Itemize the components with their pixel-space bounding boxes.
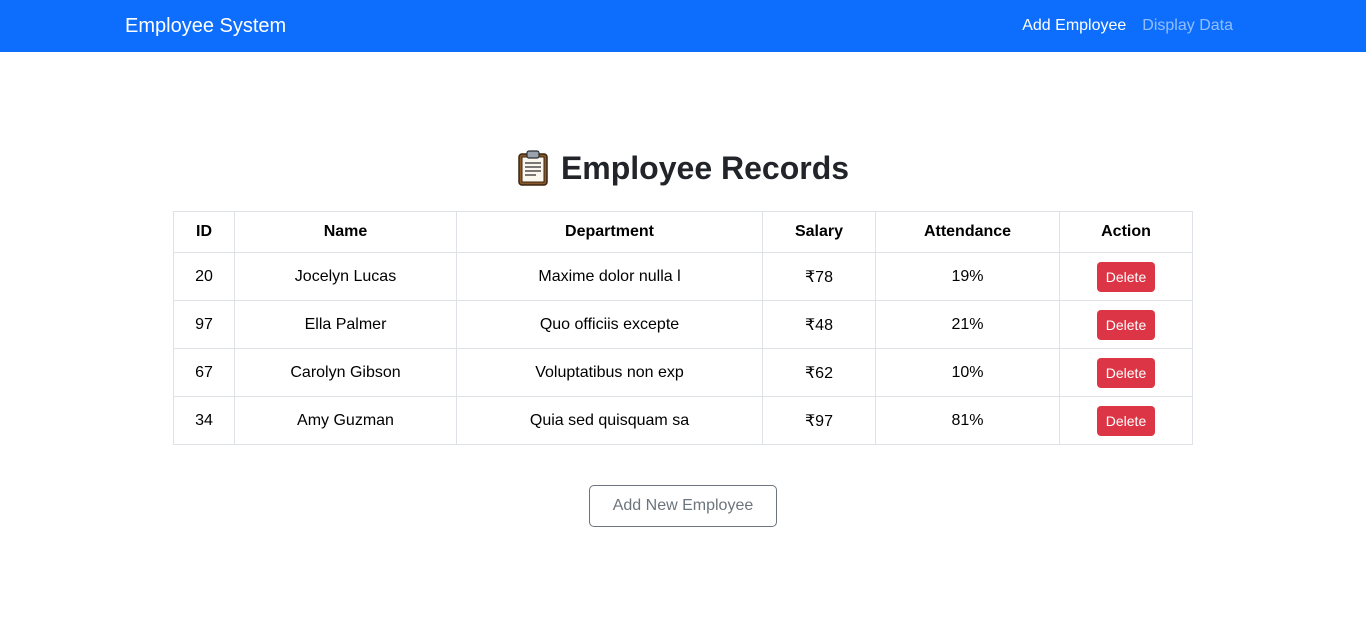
delete-button[interactable]: Delete [1096, 261, 1156, 292]
brand-link[interactable]: Employee System [125, 13, 286, 39]
cell-name: Amy Guzman [234, 396, 457, 445]
cell-action: Delete [1059, 300, 1193, 349]
page-title: Employee Records [560, 150, 850, 186]
nav-display-data[interactable]: Display Data [1142, 15, 1233, 37]
cell-salary: ₹48 [762, 300, 876, 349]
cell-name: Carolyn Gibson [234, 348, 457, 397]
records-table: ID Name Department Salary Attendance Act… [173, 211, 1193, 445]
table-row: 20 Jocelyn Lucas Maxime dolor nulla l ₹7… [173, 252, 1193, 301]
cell-department: Quo officiis excepte [456, 300, 763, 349]
cell-attendance: 10% [875, 348, 1060, 397]
header-action: Action [1059, 211, 1193, 253]
cell-name: Jocelyn Lucas [234, 252, 457, 301]
cell-action: Delete [1059, 252, 1193, 301]
header-name: Name [234, 211, 457, 253]
cell-attendance: 81% [875, 396, 1060, 445]
cell-attendance: 21% [875, 300, 1060, 349]
cell-attendance: 19% [875, 252, 1060, 301]
cell-department: Maxime dolor nulla l [456, 252, 763, 301]
clipboard-icon [517, 150, 549, 186]
delete-button[interactable]: Delete [1096, 405, 1156, 436]
cell-salary: ₹97 [762, 396, 876, 445]
cell-salary: ₹62 [762, 348, 876, 397]
table-row: 97 Ella Palmer Quo officiis excepte ₹48 … [173, 300, 1193, 349]
navbar: Employee System Add Employee Display Dat… [0, 0, 1366, 52]
cell-id: 20 [173, 252, 235, 301]
add-button-wrap: Add New Employee [0, 485, 1366, 527]
table-row: 67 Carolyn Gibson Voluptatibus non exp ₹… [173, 348, 1193, 397]
cell-department: Voluptatibus non exp [456, 348, 763, 397]
cell-action: Delete [1059, 396, 1193, 445]
title-wrap: Employee Records [0, 148, 1366, 188]
nav-add-employee[interactable]: Add Employee [1022, 15, 1126, 37]
delete-button[interactable]: Delete [1096, 309, 1156, 340]
records-table-wrap: ID Name Department Salary Attendance Act… [173, 211, 1193, 445]
table-header-row: ID Name Department Salary Attendance Act… [173, 211, 1193, 253]
header-attendance: Attendance [875, 211, 1060, 253]
table-row: 34 Amy Guzman Quia sed quisquam sa ₹97 8… [173, 396, 1193, 445]
header-salary: Salary [762, 211, 876, 253]
cell-action: Delete [1059, 348, 1193, 397]
cell-id: 34 [173, 396, 235, 445]
header-id: ID [173, 211, 235, 253]
cell-salary: ₹78 [762, 252, 876, 301]
cell-department: Quia sed quisquam sa [456, 396, 763, 445]
nav-links: Add Employee Display Data [1022, 15, 1233, 37]
cell-id: 97 [173, 300, 235, 349]
add-new-employee-button[interactable]: Add New Employee [589, 485, 777, 527]
cell-id: 67 [173, 348, 235, 397]
cell-name: Ella Palmer [234, 300, 457, 349]
delete-button[interactable]: Delete [1096, 357, 1156, 388]
header-department: Department [456, 211, 763, 253]
